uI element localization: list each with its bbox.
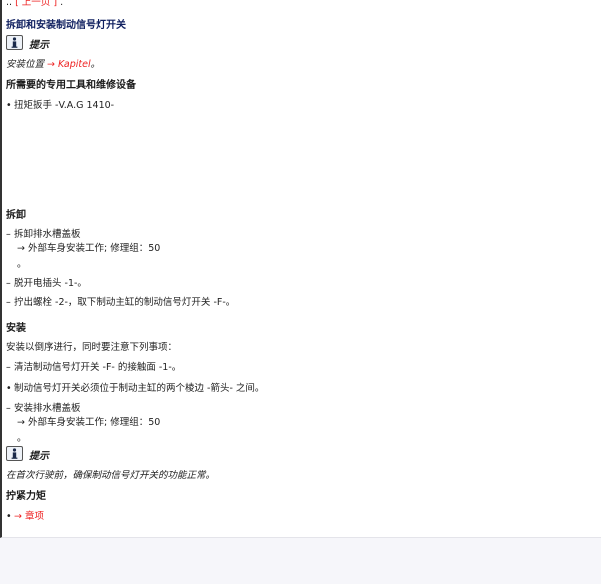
doc-title: 拆卸和安装制动信号灯开关 [6, 20, 126, 31]
step-marker: – [6, 229, 11, 240]
hint-text-prefix: 安装位置 [6, 59, 45, 70]
tool-item: • 扭矩扳手 -V.A.G 1410- [6, 97, 114, 111]
page: .. [ 上一页 ] . 拆卸和安装制动信号灯开关 提示 安装位置 → Kapi… [0, 0, 601, 584]
install-heading: 安装 [6, 323, 26, 334]
step-text: 安装排水槽盖板 [14, 403, 81, 414]
hint-text: 安装位置 → Kapitel。 [6, 56, 100, 70]
tool-item-text: 扭矩扳手 -V.A.G 1410- [14, 100, 115, 111]
hint-label: 提示 [29, 451, 49, 462]
step-text: 清洁制动信号灯开关 -F- 的接触面 -1-。 [14, 362, 182, 373]
step-text: 制动信号灯开关必须位于制动主缸的两个棱边 -箭头- 之间。 [14, 383, 265, 394]
torque-heading: 拧紧力矩 [6, 491, 46, 502]
step-marker: – [6, 403, 11, 414]
prev-page-link[interactable]: [ 上一页 ] [15, 0, 57, 8]
step-tail: 。 [17, 433, 27, 444]
removal-step: – 拆卸排水槽盖板 [6, 226, 81, 240]
install-step: – 安装排水槽盖板 [6, 400, 81, 414]
tools-heading: 所需要的专用工具和维修设备 [6, 80, 136, 91]
step-text: 拧出螺栓 -2-，取下制动主缸的制动信号灯开关 -F-。 [14, 297, 236, 308]
step-marker: – [6, 278, 11, 289]
hint-text-suffix: 。 [90, 59, 101, 70]
step-tail: 。 [17, 259, 27, 270]
install-step: – 清洁制动信号灯开关 -F- 的接触面 -1-。 [6, 359, 181, 373]
step-marker: – [6, 297, 11, 308]
prev-trail: . [60, 0, 64, 8]
torque-link[interactable]: → 章项 [14, 511, 44, 522]
prev-page-nav: .. [ 上一页 ] . [6, 0, 63, 8]
removal-heading: 拆卸 [6, 210, 26, 221]
removal-step: – 拧出螺栓 -2-，取下制动主缸的制动信号灯开关 -F-。 [6, 294, 235, 308]
hint-text: 在首次行驶前，确保制动信号灯开关的功能正常。 [6, 470, 216, 481]
info-icon [6, 35, 23, 50]
step-marker: • [6, 383, 12, 394]
install-intro: 安装以倒序进行，同时要注意下列事项： [6, 342, 178, 353]
step-text: 脱开电插头 -1-。 [14, 278, 87, 289]
prev-dots: .. [6, 0, 13, 8]
removal-step: – 脱开电插头 -1-。 [6, 275, 87, 289]
step-marker: – [6, 362, 11, 373]
kapitel-link[interactable]: → Kapitel [47, 59, 91, 70]
body-work-link[interactable]: → 外部车身安装工作; 修理组：50 [17, 240, 160, 254]
bullet: • [6, 100, 12, 111]
install-step: • 制动信号灯开关必须位于制动主缸的两个棱边 -箭头- 之间。 [6, 380, 264, 394]
info-icon [6, 446, 23, 461]
hint-label: 提示 [29, 40, 49, 51]
torque-item: • → 章项 [6, 508, 44, 522]
bullet: • [6, 511, 12, 522]
body-work-link[interactable]: → 外部车身安装工作; 修理组：50 [17, 414, 160, 428]
step-text: 拆卸排水槽盖板 [14, 229, 81, 240]
document-pane: .. [ 上一页 ] . 拆卸和安装制动信号灯开关 提示 安装位置 → Kapi… [0, 0, 601, 538]
